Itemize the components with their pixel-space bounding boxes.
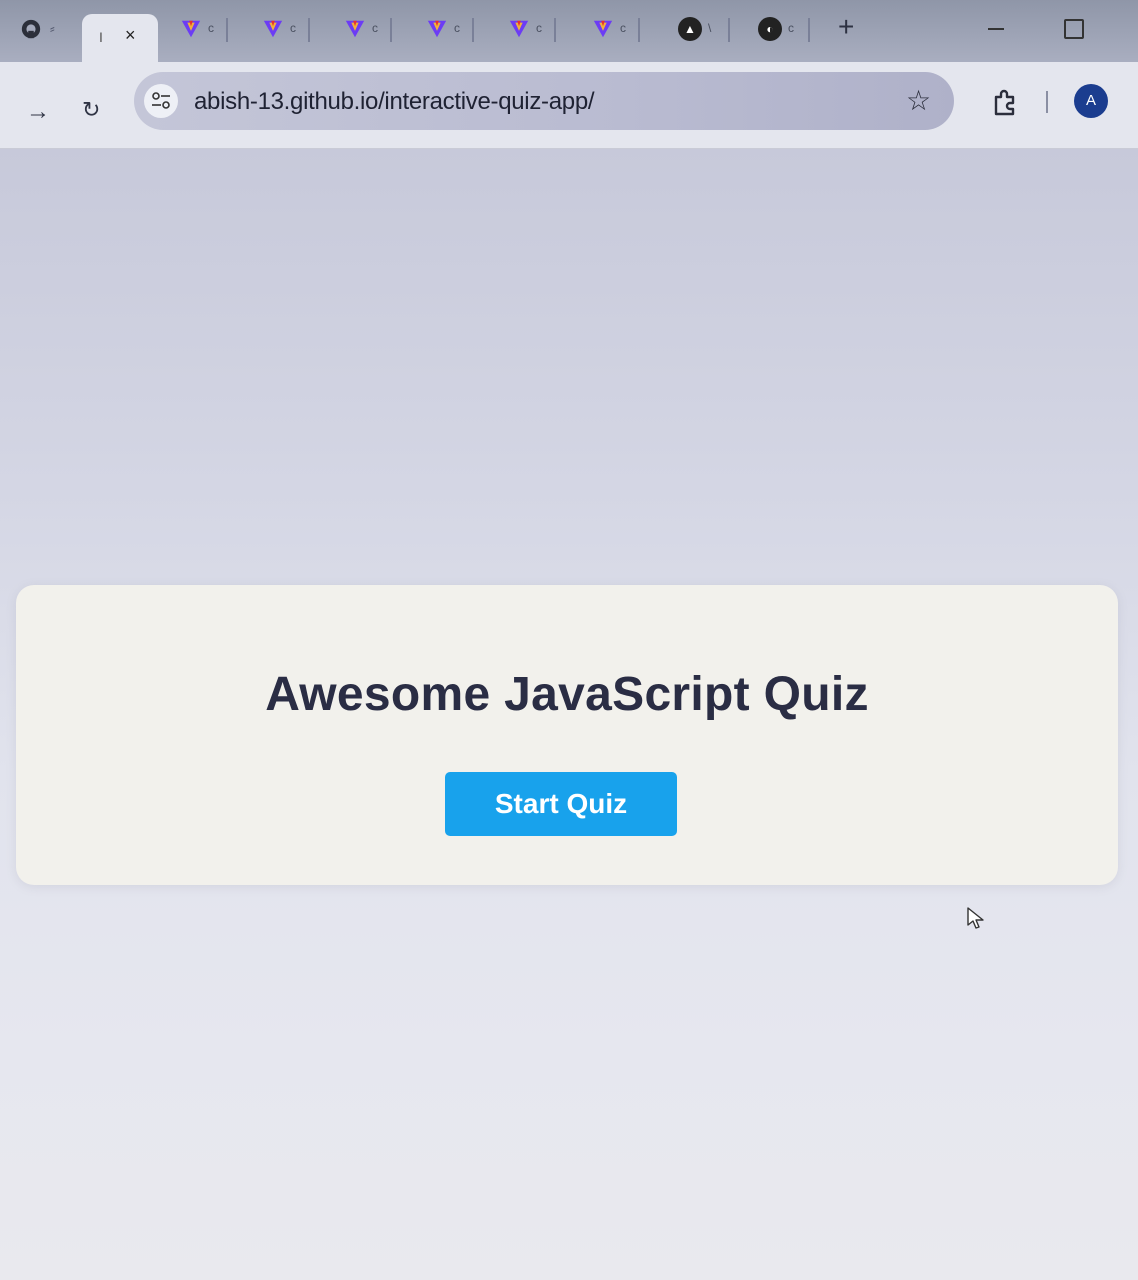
maximize-icon[interactable] xyxy=(1064,19,1084,39)
tab-vite-5-title: c xyxy=(536,21,542,35)
vite-icon xyxy=(345,20,365,38)
vite-icon xyxy=(427,20,447,38)
tab-separator xyxy=(554,18,556,42)
tab-separator xyxy=(472,18,474,42)
github-icon[interactable] xyxy=(20,18,42,40)
browser-toolbar: → ↻ abish-13.github.io/interactive-quiz-… xyxy=(0,62,1138,149)
tab-globe-title: c xyxy=(788,21,794,35)
tab-arc-title: \ xyxy=(708,21,712,35)
tab-github-title[interactable]: ⸗ xyxy=(50,20,55,36)
vite-icon xyxy=(509,20,529,38)
tab-vite-1[interactable]: c xyxy=(180,16,260,44)
globe-icon: ◐ xyxy=(758,17,782,41)
tab-arc[interactable]: ▲ \ xyxy=(678,16,758,44)
tab-active[interactable]: I × xyxy=(82,14,158,64)
page-viewport: Awesome JavaScript Quiz Start Quiz xyxy=(0,149,1138,1280)
url-text[interactable]: abish-13.github.io/interactive-quiz-app/ xyxy=(194,88,595,116)
tab-vite-4-title: c xyxy=(454,21,460,35)
minimize-icon[interactable] xyxy=(988,28,1004,30)
tab-separator xyxy=(808,18,810,42)
tab-active-title: I xyxy=(99,29,103,45)
tab-vite-6[interactable]: c xyxy=(592,16,672,44)
reload-icon[interactable]: ↻ xyxy=(82,97,100,123)
mouse-cursor-icon xyxy=(967,907,984,929)
tab-vite-4[interactable]: c xyxy=(426,16,506,44)
tab-separator xyxy=(226,18,228,42)
extensions-icon[interactable] xyxy=(990,88,1020,118)
tab-vite-6-title: c xyxy=(620,21,626,35)
tab-vite-3-title: c xyxy=(372,21,378,35)
arc-icon: ▲ xyxy=(678,17,702,41)
star-icon[interactable]: ☆ xyxy=(906,84,931,117)
tab-globe[interactable]: ◐ c xyxy=(758,16,838,44)
tab-vite-2[interactable]: c xyxy=(262,16,342,44)
tab-strip: ⸗ I × c c c c c c ▲ \ ◐ c + xyxy=(0,0,1138,64)
tab-vite-1-title: c xyxy=(208,21,214,35)
tab-vite-2-title: c xyxy=(290,21,296,35)
address-bar[interactable]: abish-13.github.io/interactive-quiz-app/… xyxy=(134,72,954,130)
vite-icon xyxy=(263,20,283,38)
tab-separator xyxy=(638,18,640,42)
site-settings-icon[interactable] xyxy=(144,84,178,118)
tab-separator xyxy=(390,18,392,42)
close-icon[interactable]: × xyxy=(125,25,136,46)
quiz-title: Awesome JavaScript Quiz xyxy=(265,668,869,721)
tab-vite-5[interactable]: c xyxy=(508,16,588,44)
tab-separator xyxy=(308,18,310,42)
vite-icon xyxy=(181,20,201,38)
forward-arrow-icon[interactable]: → xyxy=(26,98,50,126)
tab-separator xyxy=(728,18,730,42)
profile-avatar[interactable]: A xyxy=(1074,84,1108,118)
start-quiz-button[interactable]: Start Quiz xyxy=(445,772,677,836)
new-tab-button[interactable]: + xyxy=(838,10,854,44)
quiz-card: Awesome JavaScript Quiz Start Quiz xyxy=(16,585,1118,885)
toolbar-divider xyxy=(1046,91,1048,113)
vite-icon xyxy=(593,20,613,38)
tab-vite-3[interactable]: c xyxy=(344,16,424,44)
